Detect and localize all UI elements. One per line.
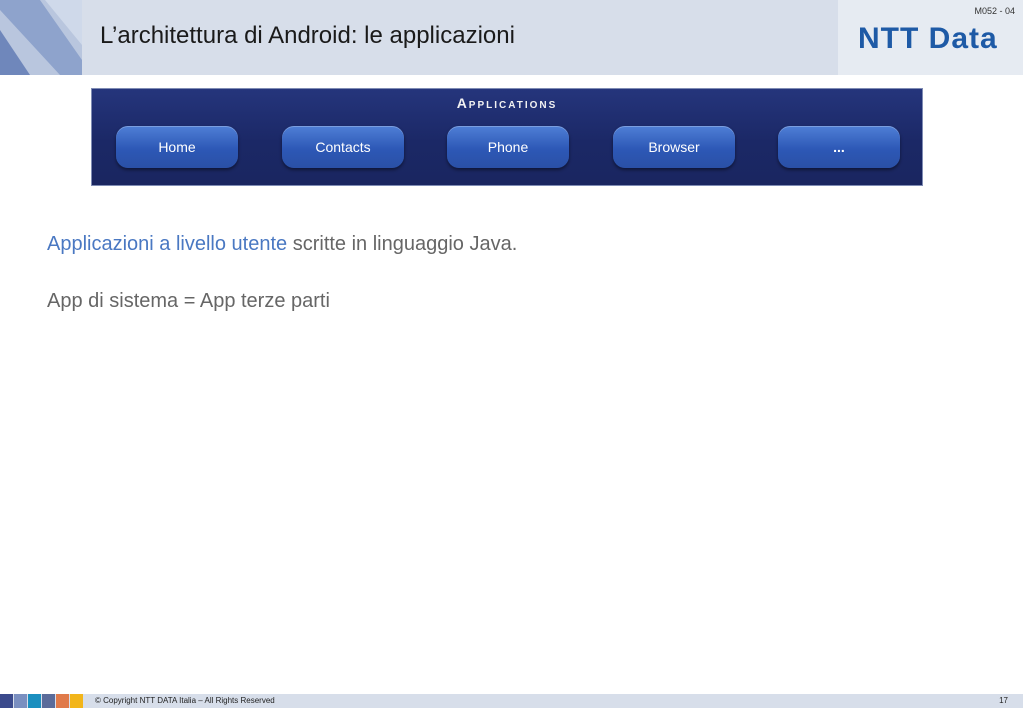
applications-layer-diagram: Applications Home Contacts Phone Browser… bbox=[91, 88, 923, 186]
footer-color-square bbox=[56, 694, 69, 708]
logo-ntt: NTT bbox=[858, 22, 920, 55]
app-button-browser: Browser bbox=[613, 126, 735, 168]
footer-color-square bbox=[42, 694, 55, 708]
footer-color-square bbox=[28, 694, 41, 708]
app-button-more: ... bbox=[778, 126, 900, 168]
slide-header: L’architettura di Android: le applicazio… bbox=[0, 0, 1023, 75]
ntt-data-logo: NTT Data bbox=[858, 22, 998, 56]
body-text-line-2: App di sistema = App terze parti bbox=[47, 290, 330, 312]
corner-decoration-icon bbox=[0, 0, 82, 75]
app-button-contacts: Contacts bbox=[282, 126, 404, 168]
slide-code: M052 - 04 bbox=[974, 6, 1015, 16]
applications-title: Applications bbox=[456, 95, 558, 111]
slide-footer: © Copyright NTT DATA Italia – All Rights… bbox=[0, 694, 1023, 708]
slide-title: L’architettura di Android: le applicazio… bbox=[100, 22, 515, 49]
body-text-rest: scritte in linguaggio Java. bbox=[287, 233, 518, 255]
app-button-home: Home bbox=[116, 126, 238, 168]
footer-color-square bbox=[14, 694, 27, 708]
footer-color-square bbox=[0, 694, 13, 708]
copyright-text: © Copyright NTT DATA Italia – All Rights… bbox=[95, 696, 275, 705]
page-number: 17 bbox=[999, 696, 1008, 705]
highlight-text: Applicazioni a livello utente bbox=[47, 233, 288, 255]
body-text-line-1: Applicazioni a livello utente scritte in… bbox=[47, 233, 517, 256]
logo-data: Data bbox=[928, 22, 998, 55]
footer-color-square bbox=[70, 694, 83, 708]
app-button-phone: Phone bbox=[447, 126, 569, 168]
